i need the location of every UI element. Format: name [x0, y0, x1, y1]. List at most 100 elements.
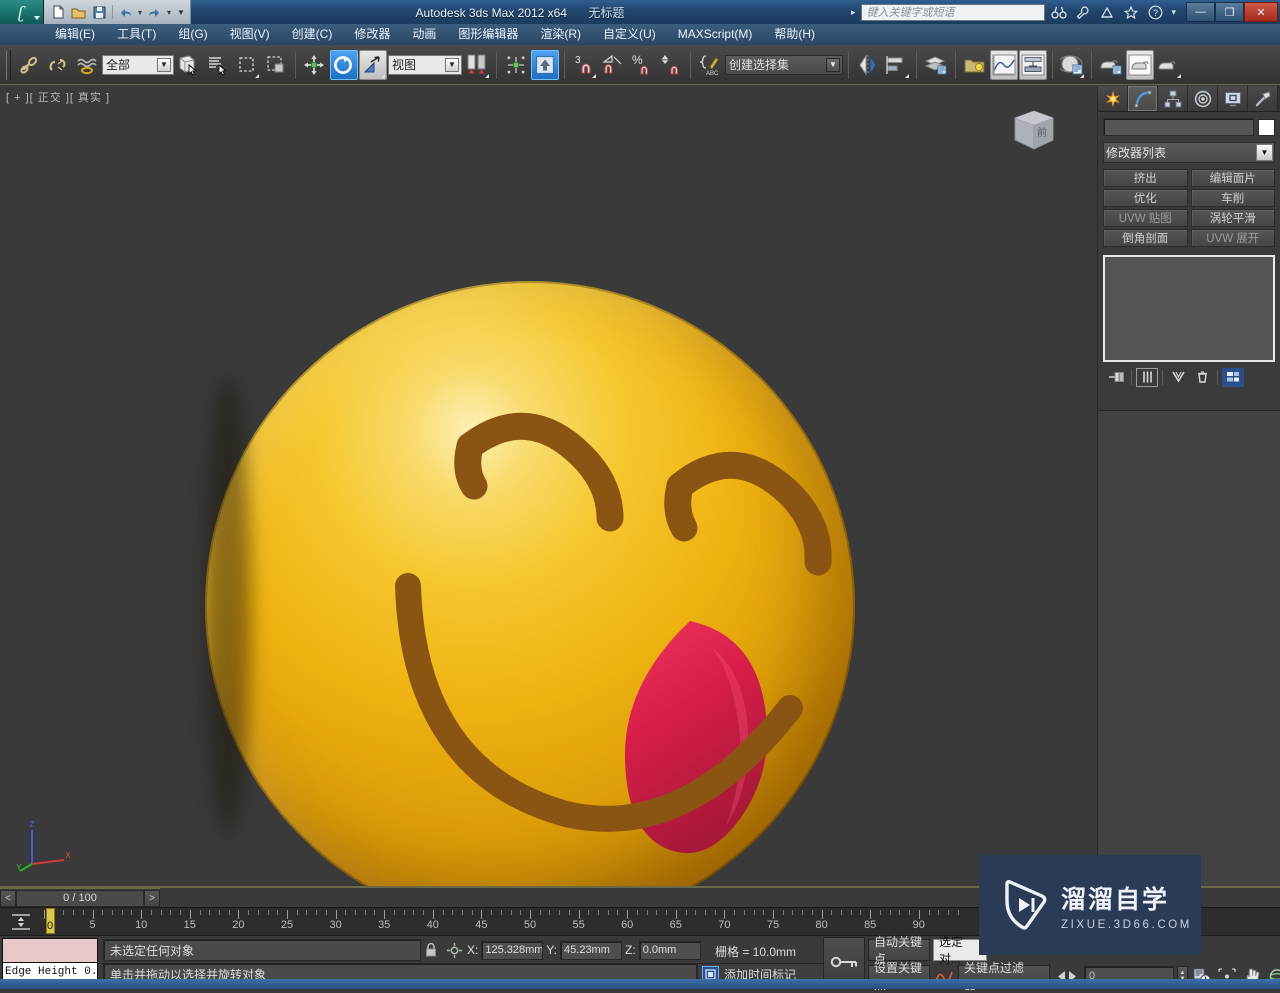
close-button[interactable]: ✕ — [1244, 2, 1278, 22]
configure-modifier-sets-icon[interactable] — [1222, 367, 1244, 387]
edit-named-selection-sets-icon[interactable]: ABC — [696, 50, 724, 80]
undo-icon[interactable] — [117, 4, 134, 21]
tab-create[interactable] — [1098, 86, 1128, 111]
align-icon[interactable] — [883, 50, 911, 80]
save-file-icon[interactable] — [91, 4, 108, 21]
modifier-uvw-map[interactable]: UVW 贴图 — [1103, 209, 1188, 227]
wrench-icon[interactable] — [1073, 3, 1093, 21]
tab-display[interactable] — [1218, 86, 1248, 111]
menu-help[interactable]: 帮助(H) — [763, 24, 826, 45]
restore-button[interactable]: ❐ — [1215, 2, 1244, 22]
menu-maxscript[interactable]: MAXScript(M) — [667, 24, 764, 45]
modifier-optimize[interactable]: 优化 — [1103, 189, 1188, 207]
tab-utilities[interactable] — [1248, 86, 1278, 111]
new-file-icon[interactable] — [49, 4, 66, 21]
tab-hierarchy[interactable] — [1158, 86, 1188, 111]
menu-modifiers[interactable]: 修改器 — [343, 24, 401, 45]
absolute-relative-transform-icon[interactable] — [444, 940, 464, 960]
use-pivot-point-center-icon[interactable] — [463, 50, 491, 80]
redo-icon[interactable] — [146, 4, 163, 21]
select-and-scale-icon[interactable] — [359, 49, 387, 80]
use-selection-center-icon[interactable] — [502, 50, 530, 80]
make-unique-icon[interactable] — [1167, 368, 1189, 387]
emoji-sphere-object[interactable] — [200, 196, 860, 888]
selection-filter-dropdown[interactable]: 全部 ▼ — [102, 54, 174, 75]
favorite-star-icon[interactable] — [1121, 3, 1141, 21]
named-selection-sets-dropdown[interactable]: 创建选择集 ▼ — [725, 54, 843, 75]
rectangular-selection-region-icon[interactable] — [233, 50, 261, 80]
selection-lock-toggle-icon[interactable] — [424, 942, 438, 958]
open-file-icon[interactable] — [70, 4, 87, 21]
select-and-link-icon[interactable] — [15, 50, 43, 80]
satellite-icon[interactable] — [1097, 3, 1117, 21]
search-input[interactable]: 键入关键字或短语 — [861, 3, 1046, 21]
schematic-view-icon[interactable] — [1019, 49, 1047, 80]
tab-motion[interactable] — [1188, 86, 1218, 111]
coord-y-input[interactable]: 45.23mm — [560, 940, 623, 960]
angle-snap-toggle-icon[interactable] — [599, 50, 627, 80]
object-name-input[interactable] — [1103, 118, 1254, 136]
modifier-bevel-profile[interactable]: 倒角剖面 — [1103, 229, 1188, 247]
menu-animation[interactable]: 动画 — [401, 24, 447, 45]
chevron-down-icon[interactable]: ▼ — [445, 57, 459, 72]
chevron-down-icon[interactable]: ▼ — [157, 57, 171, 72]
auto-key-button[interactable]: 自动关键点 — [868, 935, 930, 966]
menu-views[interactable]: 视图(V) — [219, 24, 281, 45]
minimize-button[interactable]: — — [1186, 2, 1215, 22]
select-and-manipulate-icon[interactable] — [531, 49, 559, 80]
prev-frame-button[interactable]: < — [0, 889, 16, 907]
menu-customize[interactable]: 自定义(U) — [592, 24, 667, 45]
remove-modifier-icon[interactable] — [1191, 368, 1213, 387]
render-setup-icon[interactable] — [1097, 50, 1125, 80]
render-production-icon[interactable] — [1155, 50, 1183, 80]
select-and-rotate-icon[interactable] — [330, 49, 358, 80]
help-icon[interactable]: ? — [1145, 3, 1165, 21]
menu-edit[interactable]: 编辑(E) — [44, 24, 106, 45]
object-color-swatch[interactable] — [1258, 118, 1275, 136]
coord-z-input[interactable]: 0.0mm — [638, 940, 701, 960]
spinner-snap-toggle-icon[interactable] — [657, 50, 685, 80]
window-crossing-toggle-icon[interactable] — [262, 50, 290, 80]
viewcube[interactable]: 前 — [1007, 104, 1061, 156]
modifier-list-dropdown[interactable]: 修改器列表 ▼ — [1103, 142, 1275, 163]
help-dropdown-icon[interactable]: ▾ — [1169, 7, 1178, 18]
menu-create[interactable]: 创建(C) — [281, 24, 344, 45]
modifier-unwrap-uvw[interactable]: UVW 展开 — [1190, 229, 1275, 247]
snaps-toggle-3d-icon[interactable]: 3 — [570, 50, 598, 80]
menu-tools[interactable]: 工具(T) — [106, 24, 167, 45]
menu-rendering[interactable]: 渲染(R) — [529, 24, 592, 45]
menu-group[interactable]: 组(G) — [167, 24, 218, 45]
percent-snap-toggle-icon[interactable]: % — [628, 50, 656, 80]
rendered-frame-window-icon[interactable] — [1126, 49, 1154, 80]
unlink-selection-icon[interactable] — [44, 50, 72, 80]
modifier-lathe[interactable]: 车削 — [1190, 189, 1275, 207]
infocenter-expand-icon[interactable]: ▸ — [849, 7, 858, 18]
modifier-extrude[interactable]: 挤出 — [1103, 169, 1188, 187]
select-by-name-icon[interactable] — [204, 50, 232, 80]
show-end-result-icon[interactable] — [1136, 367, 1158, 387]
open-mini-curve-editor-icon[interactable] — [10, 912, 32, 932]
application-menu-button[interactable]: ʗ — [0, 0, 44, 24]
coord-x-input[interactable]: 125.328mm — [481, 940, 544, 960]
toolbar-grip[interactable] — [6, 49, 11, 80]
mirror-icon[interactable] — [854, 50, 882, 80]
maxscript-input-field[interactable] — [3, 939, 97, 963]
menu-graph-editors[interactable]: 图形编辑器 — [447, 24, 529, 45]
chevron-down-icon[interactable]: ▼ — [826, 57, 840, 72]
chevron-down-icon[interactable]: ▼ — [1256, 144, 1273, 161]
bind-to-space-warp-icon[interactable] — [73, 50, 101, 80]
next-frame-button[interactable]: > — [144, 889, 160, 907]
modifier-edit-patch[interactable]: 编辑面片 — [1190, 169, 1275, 187]
material-editor-icon[interactable] — [1058, 50, 1086, 80]
reference-coordinate-system-dropdown[interactable]: 视图 ▼ — [388, 54, 462, 75]
layer-manager-icon[interactable] — [922, 50, 950, 80]
modifier-stack-list[interactable] — [1103, 255, 1275, 362]
toggle-scene-explorer-icon[interactable] — [961, 50, 989, 80]
viewport-perspective[interactable]: [ + ][ 正交 ][ 真实 ] 前 Z X Y — [0, 86, 1097, 888]
viewport-label[interactable]: [ + ][ 正交 ][ 真实 ] — [6, 89, 110, 105]
pin-stack-icon[interactable] — [1105, 368, 1127, 387]
select-and-move-icon[interactable] — [301, 50, 329, 80]
binoculars-icon[interactable] — [1049, 3, 1069, 21]
qat-overflow-icon[interactable]: ▼ — [177, 8, 185, 17]
modifier-turbosmooth[interactable]: 涡轮平滑 — [1190, 209, 1275, 227]
